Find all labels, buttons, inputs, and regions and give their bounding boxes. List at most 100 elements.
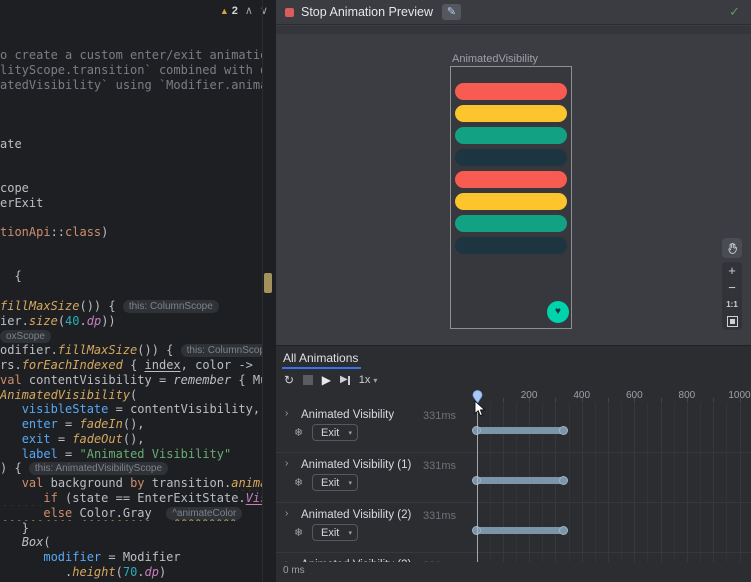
expand-row-chevron-icon[interactable]: › (285, 508, 288, 519)
build-success-icon: ✓ (729, 4, 740, 20)
code-line: fillMaxSize()) { this: ColumnScope (0, 299, 262, 314)
code-token: { (123, 358, 145, 372)
code-line: exit = fadeOut(), (0, 432, 262, 447)
code-line: tionApi::class) (0, 225, 262, 240)
code-token (0, 550, 43, 564)
code-token: ) { (0, 461, 29, 475)
code-token: ( (58, 314, 65, 328)
play-button[interactable]: ▶ (322, 374, 331, 386)
code-token: = (58, 447, 80, 461)
code-token: fillMaxSize (0, 299, 79, 313)
zoom-to-fit-button[interactable] (722, 313, 742, 330)
warning-icon: ▲ (220, 6, 229, 16)
code-token: size (29, 314, 58, 328)
code-line: .height(70.dp) (0, 565, 262, 580)
code-token (0, 432, 22, 446)
code-token: ( (130, 388, 137, 402)
code-token: contentVisibility = (22, 373, 174, 387)
code-token: oxScope (0, 330, 51, 343)
zoom-actual-size-button[interactable]: 1:1 (722, 296, 742, 313)
code-token (0, 476, 22, 490)
code-token: val (22, 476, 44, 490)
code-token: 70 (123, 565, 137, 579)
code-line: label = "Animated Visibility" (0, 447, 262, 462)
state-dropdown[interactable]: Exit▾ (312, 524, 358, 541)
state-dropdown[interactable]: Exit ▾ (312, 474, 358, 491)
code-token: lityScope.transition` combined with diff… (0, 63, 262, 77)
code-line (0, 92, 262, 107)
playback-speed-dropdown[interactable]: 1x ▾ (359, 374, 378, 386)
timeline-rows: ›Animated Visibility331ms❄Exit▾›Animated… (276, 402, 751, 562)
heart-icon: ♥ (555, 307, 561, 317)
code-token: o create a custom enter/exit animation f… (0, 48, 262, 62)
mouse-cursor (474, 400, 486, 423)
go-to-end-button[interactable]: ▶ (340, 375, 350, 385)
zoom-in-button[interactable]: + (722, 262, 742, 279)
pan-tool-button[interactable] (722, 238, 742, 258)
timeline-status-bar: 0 ms (276, 562, 751, 582)
animation-span-bar (477, 427, 564, 434)
chevron-down-icon: ▾ (348, 529, 352, 537)
timeline-ruler[interactable]: 2004006008001000 (276, 390, 751, 402)
code-token: (state == EnterExitState. (58, 491, 246, 505)
code-line: rs.forEachIndexed { index, color -> (0, 358, 262, 373)
state-dropdown[interactable]: Exit▾ (312, 424, 358, 441)
go-to-start-button[interactable]: ◀ (303, 375, 313, 385)
freeze-animation-button[interactable]: ❄ (294, 526, 303, 539)
composable-label: AnimatedVisibility (452, 53, 538, 65)
code-token: Visible (246, 491, 262, 505)
edit-configuration-button[interactable]: ✎ (442, 4, 461, 20)
prev-issue-button[interactable]: ∧ (245, 4, 253, 17)
code-token: ) (159, 565, 166, 579)
floating-action-button: ♥ (547, 301, 569, 323)
animation-span-bar (477, 477, 564, 484)
code-token (0, 417, 22, 431)
code-token: , color -> (181, 358, 253, 372)
code-token: forEachIndexed (22, 358, 123, 372)
animation-row-name: Animated Visibility (2) (301, 509, 411, 521)
pen-icon: ✎ (447, 7, 456, 18)
code-line: lityScope.transition` combined with diff… (0, 63, 262, 78)
code-line: odifier.fillMaxSize()) { this: ColumnSco… (0, 343, 262, 358)
code-line: val contentVisibility = remember { Mutab… (0, 373, 262, 388)
code-line: AnimatedVisibility( (0, 388, 262, 403)
code-token: ate (0, 137, 22, 151)
loop-playback-button[interactable]: ↻ (284, 374, 294, 386)
animation-duration: 331ms (396, 410, 456, 422)
code-token: "Animated Visibility" (80, 447, 232, 461)
chevron-down-icon: ▾ (373, 376, 377, 385)
state-dropdown-value: Exit (321, 477, 339, 489)
chevron-down-icon: ▾ (348, 429, 352, 437)
code-token: ( (43, 535, 50, 549)
preview-header-title[interactable]: Stop Animation Preview (301, 5, 433, 19)
zoom-out-button[interactable]: − (722, 279, 742, 296)
chevron-down-icon: ▾ (348, 479, 352, 487)
code-line: ier.size(40.dp)) (0, 314, 262, 329)
code-token: (), (123, 432, 145, 446)
code-token (0, 506, 43, 520)
skip-end-bar-icon (348, 376, 350, 385)
code-editor[interactable]: ▲ 2 ∧ ∨ o create a custom enter/exit ani… (0, 0, 276, 582)
code-token: this: ColumnScope (181, 344, 262, 357)
animation-span-endpoint (559, 526, 568, 535)
code-token: Color.Gray (80, 506, 152, 520)
freeze-animation-button[interactable]: ❄ (294, 476, 303, 489)
scrollbar-warning-stripe[interactable] (264, 273, 272, 293)
skip-end-triangle-icon: ▶ (340, 375, 348, 385)
device-preview-frame: ♥ (450, 66, 572, 329)
preview-colored-bar (455, 149, 567, 166)
expand-row-chevron-icon[interactable]: › (285, 458, 288, 469)
editor-scrollbar[interactable] (262, 0, 263, 582)
code-line (0, 210, 262, 225)
animation-span-endpoint (559, 476, 568, 485)
code-token: else (43, 506, 72, 520)
preview-header: Stop Animation Preview ✎ ✓ (276, 0, 751, 25)
code-token: index (145, 358, 181, 372)
expand-row-chevron-icon[interactable]: › (285, 408, 288, 419)
code-line: } (0, 521, 262, 536)
tab-all-animations[interactable]: All Animations (283, 351, 358, 365)
code-token (0, 535, 22, 549)
code-token: enter (22, 417, 58, 431)
code-line (0, 255, 262, 270)
freeze-animation-button[interactable]: ❄ (294, 426, 303, 439)
